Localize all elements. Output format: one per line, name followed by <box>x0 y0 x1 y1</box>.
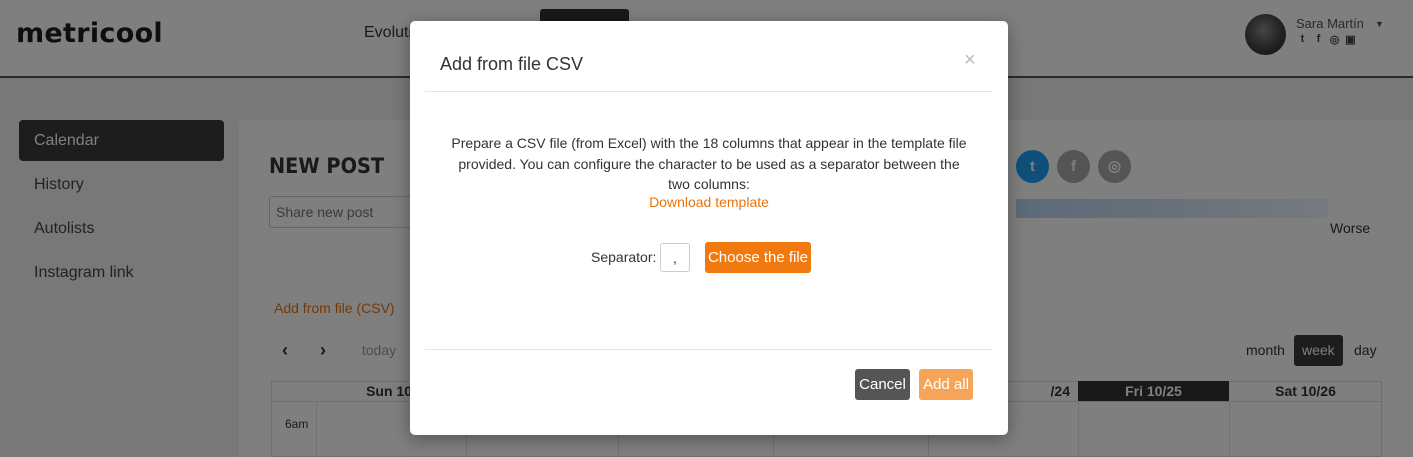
cancel-button[interactable]: Cancel <box>855 369 910 400</box>
modal-description: Prepare a CSV file (from Excel) with the… <box>451 135 967 192</box>
close-icon[interactable]: × <box>964 49 976 72</box>
separator-input[interactable] <box>660 243 690 272</box>
modal-footer-divider <box>425 349 993 350</box>
download-template-link[interactable]: Download template <box>450 194 968 210</box>
separator-label: Separator: <box>591 249 657 265</box>
choose-file-button[interactable]: Choose the file <box>705 242 811 273</box>
add-all-button[interactable]: Add all <box>919 369 973 400</box>
modal-title: Add from file CSV <box>440 54 584 74</box>
csv-import-modal: Add from file CSV × Prepare a CSV file (… <box>410 21 1008 435</box>
modal-header-divider <box>425 91 993 92</box>
